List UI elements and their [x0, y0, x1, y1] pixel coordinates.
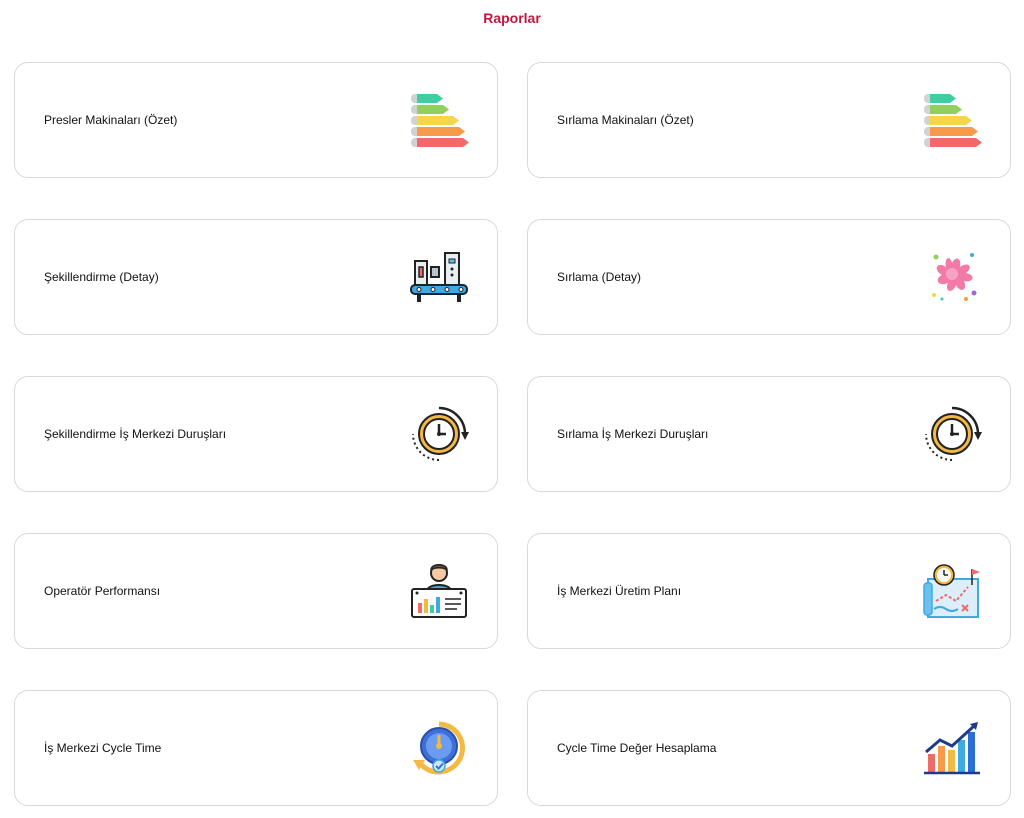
report-card-sekillendirme-duruslar[interactable]: Şekillendirme İş Merkezi Duruşları	[14, 376, 498, 492]
report-card-label: Operatör Performansı	[44, 584, 161, 598]
report-card-presler-ozet[interactable]: Presler Makinaları (Özet)	[14, 62, 498, 178]
report-card-sirlama-ozet[interactable]: Sırlama Makinaları (Özet)	[527, 62, 1011, 178]
report-card-sekillendirme-detay[interactable]: Şekillendirme (Detay)	[14, 219, 498, 335]
report-card-label: Sırlama İş Merkezi Duruşları	[557, 427, 709, 441]
report-card-label: Sırlama Makinaları (Özet)	[557, 113, 694, 127]
report-card-operator-performansi[interactable]: Operatör Performansı	[14, 533, 498, 649]
report-card-uretim-plani[interactable]: İş Merkezi Üretim Planı	[527, 533, 1011, 649]
growth-chart-icon	[922, 718, 982, 778]
report-card-sirlama-detay[interactable]: Sırlama (Detay)	[527, 219, 1011, 335]
gauge-icon	[409, 718, 469, 778]
report-card-label: Cycle Time Değer Hesaplama	[557, 741, 717, 755]
report-card-label: Şekillendirme İş Merkezi Duruşları	[44, 427, 227, 441]
report-card-label: Presler Makinaları (Özet)	[44, 113, 178, 127]
report-card-label: Şekillendirme (Detay)	[44, 270, 159, 284]
report-card-cycle-time[interactable]: İş Merkezi Cycle Time	[14, 690, 498, 806]
machine-conveyor-icon	[409, 247, 469, 307]
paint-splash-icon	[922, 247, 982, 307]
page-title: Raporlar	[483, 10, 541, 26]
production-plan-icon	[922, 561, 982, 621]
report-card-label: İş Merkezi Cycle Time	[44, 741, 162, 755]
operator-chart-icon	[409, 561, 469, 621]
energy-rating-icon	[922, 90, 982, 150]
report-card-label: İş Merkezi Üretim Planı	[557, 584, 682, 598]
energy-rating-icon	[409, 90, 469, 150]
report-card-cycle-time-hesaplama[interactable]: Cycle Time Değer Hesaplama	[527, 690, 1011, 806]
clock-cycle-icon	[922, 404, 982, 464]
report-card-sirlama-duruslar[interactable]: Sırlama İş Merkezi Duruşları	[527, 376, 1011, 492]
report-card-label: Sırlama (Detay)	[557, 270, 642, 284]
clock-cycle-icon	[409, 404, 469, 464]
